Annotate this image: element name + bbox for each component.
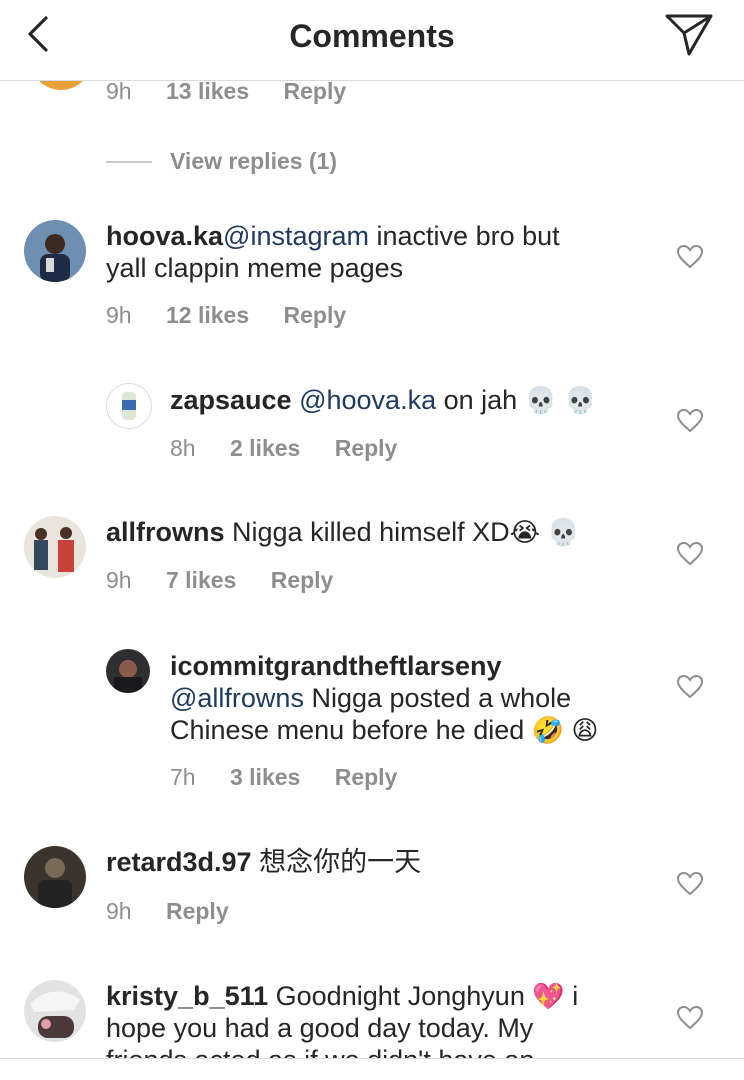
like-count[interactable]: 13 likes — [166, 78, 249, 104]
comment-time: 9h — [106, 567, 132, 593]
bottom-blank-area — [0, 1059, 744, 1080]
comment-meta: 9h Reply — [106, 898, 257, 925]
comment-meta: 9h 13 likes Reply — [106, 78, 374, 105]
comment-meta: 9h 7 likes Reply — [106, 567, 361, 594]
mention-link[interactable]: @allfrowns — [170, 683, 304, 713]
heart-icon[interactable] — [676, 243, 704, 271]
truncated-comment-clip: kristy_b_511 Goodnight Jonghyun 💖 i hope… — [106, 980, 646, 1058]
avatar[interactable] — [24, 980, 86, 1042]
comment-username[interactable]: hoova.ka — [106, 221, 223, 251]
header-bar: Comments — [0, 0, 744, 81]
comment-text: allfrowns Nigga killed himself XD😭 💀 — [106, 516, 580, 548]
comment-username[interactable]: retard3d.97 — [106, 847, 252, 877]
avatar[interactable] — [24, 516, 86, 578]
comment-text: hoova.ka@instagram inactive bro but yall… — [106, 220, 646, 284]
emoji: 🤣 😩 — [531, 715, 599, 745]
comment-text: kristy_b_511 Goodnight Jonghyun 💖 i hope… — [106, 980, 646, 1058]
comment-username[interactable]: kristy_b_511 — [106, 981, 268, 1011]
comment-body-line2: yall clappin meme pages — [106, 253, 404, 283]
like-count[interactable]: 2 likes — [230, 435, 300, 461]
comment-body: 想念你的一天 — [251, 847, 422, 877]
comment-body: Nigga killed himself XD — [224, 517, 510, 547]
avatar[interactable] — [24, 846, 86, 908]
reply-button[interactable]: Reply — [335, 435, 398, 461]
view-replies-label: View replies (1) — [170, 148, 338, 174]
comment-username[interactable]: allfrowns — [106, 517, 225, 547]
comment-meta: 9h 12 likes Reply — [106, 302, 374, 329]
divider-line — [106, 161, 152, 163]
reply-button[interactable]: Reply — [335, 764, 398, 790]
reply-button[interactable]: Reply — [271, 567, 334, 593]
emoji: 💀 💀 — [524, 385, 597, 415]
mention-link[interactable]: @instagram — [223, 221, 369, 251]
comment-body-line2: hope you had a good day today. My — [106, 1013, 534, 1043]
comment-body: i — [564, 981, 579, 1011]
comment-body: inactive bro but — [369, 221, 560, 251]
heart-icon[interactable] — [676, 870, 704, 898]
comment-text: zapsauce @hoova.ka on jah 💀 💀 — [170, 384, 597, 416]
heart-icon[interactable] — [676, 673, 704, 701]
avatar[interactable] — [24, 220, 86, 282]
heart-icon[interactable] — [676, 407, 704, 435]
reply-button[interactable]: Reply — [284, 78, 347, 104]
comment-body: Goodnight Jonghyun — [268, 981, 533, 1011]
avatar[interactable] — [106, 383, 152, 429]
like-count[interactable]: 12 likes — [166, 302, 249, 328]
comments-screen: Comments 9h 13 likes Reply View replies … — [0, 0, 744, 1080]
comment-body-line2: Chinese menu before he died — [170, 715, 532, 745]
reply-button[interactable]: Reply — [166, 898, 229, 924]
like-count[interactable]: 3 likes — [230, 764, 300, 790]
comment-time: 7h — [170, 764, 196, 790]
emoji: 💖 — [532, 981, 565, 1011]
comment-text: retard3d.97 想念你的一天 — [106, 846, 421, 878]
comment-text: icommitgrandtheftlarseny @allfrowns Nigg… — [170, 650, 650, 746]
comment-body-line3: friends acted as if we didn't have an — [106, 1045, 534, 1058]
mention-link[interactable]: @hoova.ka — [299, 385, 436, 415]
emoji: 😭 💀 — [509, 517, 580, 547]
reply-button[interactable]: Reply — [284, 302, 347, 328]
comment-body: on jah — [436, 385, 525, 415]
comment-meta: 7h 3 likes Reply — [170, 764, 425, 791]
direct-send-icon[interactable] — [664, 12, 714, 58]
avatar[interactable] — [106, 649, 150, 693]
comment-time: 9h — [106, 898, 132, 924]
heart-icon[interactable] — [676, 1004, 704, 1032]
comment-username[interactable]: icommitgrandtheftlarseny — [170, 651, 502, 681]
comment-time: 9h — [106, 302, 132, 328]
page-title: Comments — [289, 18, 455, 54]
heart-icon[interactable] — [676, 540, 704, 568]
comment-time: 9h — [106, 78, 132, 104]
comment-username[interactable]: zapsauce — [170, 385, 292, 415]
like-count[interactable]: 7 likes — [166, 567, 236, 593]
comment-body: Nigga posted a whole — [303, 683, 572, 713]
comment-meta: 8h 2 likes Reply — [170, 435, 425, 462]
comment-time: 8h — [170, 435, 196, 461]
